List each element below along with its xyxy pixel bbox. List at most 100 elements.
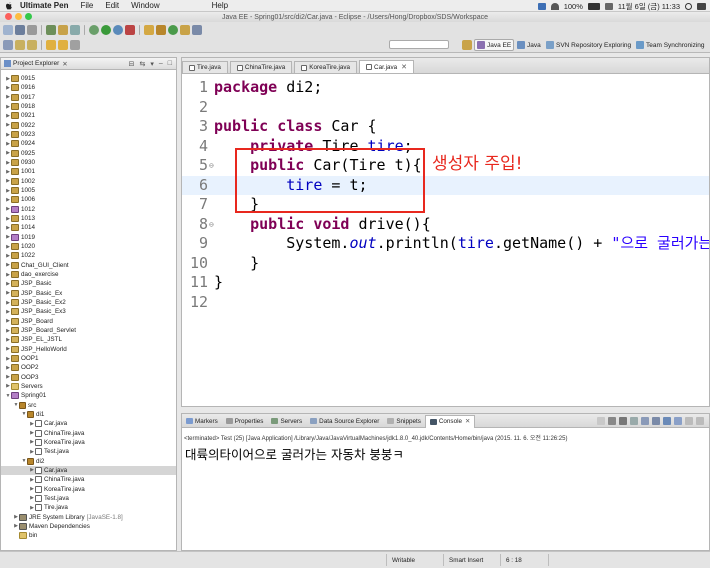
tree-item[interactable]: ▶ OOP1 [1, 354, 176, 363]
tree-item[interactable]: ▶ Car.java [1, 419, 176, 428]
bottom-tab-servers[interactable]: Servers [267, 415, 306, 428]
bottom-tab-snippets[interactable]: Snippets [383, 415, 425, 428]
code-area[interactable]: 1 package di2; 2 3 public class Car {4 priva… [182, 75, 709, 406]
minimize-view-icon[interactable] [685, 416, 693, 425]
perspective-team-sync[interactable]: Team Synchronizing [634, 39, 707, 51]
tree-item[interactable]: ▶ 1020 [1, 242, 176, 251]
editor-tab-koreatire[interactable]: KoreaTire.java [294, 61, 358, 73]
apple-menu-icon[interactable] [4, 1, 14, 11]
view-menu-icon[interactable]: ▾ [150, 60, 154, 68]
new-class-icon[interactable] [168, 24, 178, 35]
tree-item[interactable]: ▶ 1013 [1, 214, 176, 223]
tree-item[interactable]: ▶ Test.java [1, 447, 176, 456]
tree-item[interactable]: ▶ 1022 [1, 251, 176, 260]
spotlight-icon[interactable] [685, 2, 692, 10]
tree-item[interactable]: ▶ KoreaTire.java [1, 484, 176, 493]
tree-item[interactable]: ▶ 1006 [1, 195, 176, 204]
code-line[interactable]: 2 [182, 98, 709, 118]
console-output-text[interactable]: 대륙의타이어으로 굴러가는 자동차 붕붕ㅋ [185, 444, 404, 463]
terminate-icon[interactable] [597, 416, 605, 425]
code-line[interactable]: 11} [182, 273, 709, 293]
tree-item[interactable]: ▶ OOP2 [1, 363, 176, 372]
pin-console-icon[interactable] [652, 416, 660, 425]
tree-item[interactable]: ▶ 0915 [1, 74, 176, 83]
tree-item[interactable]: ▶ JSP_Basic_Ex [1, 289, 176, 298]
open-perspective-icon[interactable] [462, 40, 472, 50]
code-line[interactable]: 3 public class Car { [182, 117, 709, 137]
tree-item[interactable]: ▶ Maven Dependencies [1, 522, 176, 531]
close-tab-icon[interactable]: ✕ [465, 418, 470, 425]
notification-center-icon[interactable] [697, 2, 706, 10]
tree-item[interactable]: ▶ Tire.java [1, 503, 176, 512]
clear-console-icon[interactable] [630, 416, 638, 425]
quick-access-input[interactable] [389, 40, 449, 49]
tree-item[interactable]: ▶ JSP_HelloWorld [1, 345, 176, 354]
build-icon[interactable] [58, 24, 68, 35]
bottom-tab-console[interactable]: Console ✕ [424, 414, 476, 428]
tree-item[interactable]: ▶ 1001 [1, 167, 176, 176]
editor-tab-car[interactable]: Car.java ✕ [359, 60, 414, 73]
server-icon[interactable] [46, 24, 56, 35]
tree-item[interactable]: ▶ JSP_Basic_Ex3 [1, 307, 176, 316]
zoom-window-button[interactable] [25, 13, 32, 20]
search-icon[interactable] [192, 24, 202, 35]
link-with-editor-icon[interactable]: ⇆ [139, 60, 145, 68]
tree-item[interactable]: ▶ 1005 [1, 186, 176, 195]
bottom-tab-markers[interactable]: Markers [182, 415, 222, 428]
close-window-button[interactable] [5, 13, 12, 20]
scroll-lock-icon[interactable] [641, 416, 649, 425]
bottom-tab-properties[interactable]: Properties [222, 415, 268, 428]
tree-item[interactable]: ▶ Servers [1, 382, 176, 391]
tree-item[interactable]: ▶ ChinaTire.java [1, 475, 176, 484]
collapse-all-icon[interactable]: ⊟ [129, 60, 135, 68]
project-explorer-title[interactable]: Project Explorer [13, 60, 59, 67]
dropbox-icon[interactable] [537, 2, 546, 10]
open-type-icon[interactable] [180, 24, 190, 35]
wifi-icon[interactable] [550, 2, 559, 10]
menu-edit[interactable]: Edit [105, 1, 119, 10]
code-line[interactable]: 9 System.out.println(tire.getName() + "으… [182, 234, 709, 254]
tree-item[interactable]: ▼ di2 [1, 456, 176, 465]
tree-item[interactable]: ▶ 0925 [1, 149, 176, 158]
coverage-icon[interactable] [113, 24, 123, 35]
perspective-java[interactable]: Java [515, 39, 543, 51]
tree-item[interactable]: bin [1, 531, 176, 540]
open-console-icon[interactable] [674, 416, 682, 425]
tree-item[interactable]: ▶ 0917 [1, 93, 176, 102]
close-icon[interactable]: ✕ [62, 60, 67, 68]
tree-item[interactable]: ▶ KoreaTire.java [1, 438, 176, 447]
editor-tab-chinatire[interactable]: ChinaTire.java [229, 61, 293, 73]
menu-app-name[interactable]: Ultimate Pen [20, 1, 68, 10]
tree-item[interactable]: ▼ Spring01 [1, 391, 176, 400]
open-task-icon[interactable] [3, 39, 13, 50]
tree-item[interactable]: ▶ OOP3 [1, 373, 176, 382]
tree-item[interactable]: ▶ 1014 [1, 223, 176, 232]
code-line[interactable]: 10 } [182, 254, 709, 274]
tree-item[interactable]: ▶ 0923 [1, 130, 176, 139]
bottom-tab-data-source-explorer[interactable]: Data Source Explorer [306, 415, 383, 428]
debug-icon[interactable] [89, 24, 99, 35]
tree-item[interactable]: ▶ JSP_Basic_Ex2 [1, 298, 176, 307]
tree-item[interactable]: ▶ Chat_GUI_Client [1, 261, 176, 270]
tree-item[interactable]: ▶ Test.java [1, 494, 176, 503]
remove-all-icon[interactable] [619, 416, 627, 425]
input-source-icon[interactable] [604, 2, 613, 10]
tree-item[interactable]: ▶ JSP_Board_Servlet [1, 326, 176, 335]
maximize-view-icon[interactable] [696, 416, 704, 425]
perspective-svn[interactable]: SVN Repository Exploring [544, 39, 633, 51]
tree-item[interactable]: ▶ JRE System Library [JavaSE-1.8] [1, 512, 176, 521]
tree-item[interactable]: ▶ 0930 [1, 158, 176, 167]
forward-arrow-icon[interactable] [58, 39, 68, 50]
code-line[interactable]: 1 package di2; [182, 78, 709, 98]
close-tab-icon[interactable]: ✕ [401, 63, 407, 71]
tree-item[interactable]: ▼ di1 [1, 410, 176, 419]
menubar-clock[interactable]: 11월 6일 (금) 11:33 [618, 1, 680, 12]
tree-item[interactable]: ▶ JSP_Board [1, 317, 176, 326]
new-icon[interactable] [3, 24, 13, 35]
menu-window[interactable]: Window [131, 1, 159, 10]
tree-item[interactable]: ▶ 0918 [1, 102, 176, 111]
save-icon[interactable] [15, 24, 25, 35]
tree-item[interactable]: ▶ 0924 [1, 139, 176, 148]
annotation-prev-icon[interactable] [27, 39, 37, 50]
remove-launch-icon[interactable] [608, 416, 616, 425]
